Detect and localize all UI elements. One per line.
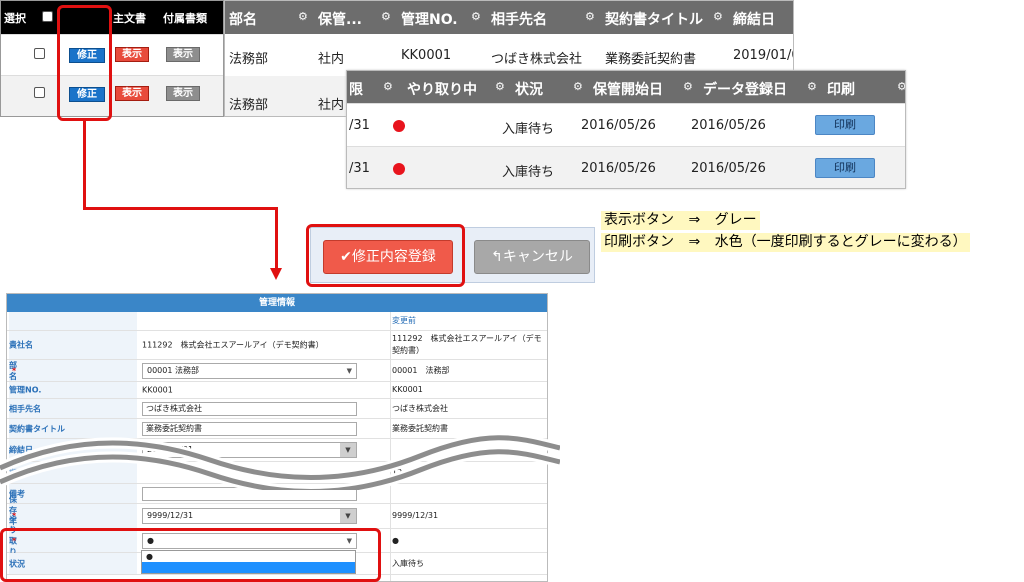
right-table-header: 限 ⚙ やり取り中 ⚙ 状況 ⚙ 保管開始日 ⚙ データ登録日 ⚙ 印刷 ⚙ [347,71,905,103]
attachment-show-button[interactable]: 表示 [166,47,200,62]
print-button[interactable]: 印刷 [815,115,875,135]
cell-storage: 社内 [318,98,345,113]
cell-contract-title: 業務委託契約書 [605,52,697,67]
exchange-field-highlight [0,528,381,582]
chevron-down-icon: ▼ [346,366,352,375]
chevron-down-icon: ▼ [340,509,356,523]
header-partner[interactable]: 相手先名 [491,9,547,29]
middle-table-header: 部名 ⚙ 保管... ⚙ 管理NO. ⚙ 相手先名 ⚙ 契約書タイトル ⚙ 締結… [225,1,793,34]
register-button-highlight [306,224,465,287]
form-row-partner: 相手先名 つばき株式会社 つばき株式会社 [7,399,547,419]
previous-value-header: 変更前 [392,316,416,325]
edit-column-highlight [57,5,112,121]
company-prev: 111292 株式会社エスアールアイ（デモ契約書） [392,334,542,355]
header-mgmt-no[interactable]: 管理NO. [401,9,458,29]
table-row: /31 入庫待ち 2016/05/26 2016/05/26 印刷 [347,103,905,146]
dept-prev: 00001 法務部 [392,365,450,375]
header-status[interactable]: 状況 [515,79,543,99]
form-row-dept: 部名 * 00001 法務部 ▼ 00001 法務部 [7,360,547,382]
cell-data-registered: 2016/05/26 [691,161,766,176]
cell-dept: 法務部 [229,52,269,67]
form-row-mgmt-no: 管理NO. KK0001 KK0001 [7,382,547,399]
column-gear-icon[interactable]: ⚙ [298,10,308,23]
mgmt-no-value: KK0001 [142,385,173,395]
select-all-checkbox[interactable] [42,11,53,22]
main-doc-show-button[interactable]: 表示 [115,86,149,101]
column-gear-icon[interactable]: ⚙ [381,10,391,23]
retention-prev: 9999/12/31 [392,511,439,520]
cell-signed-date: 2019/01/01 [733,48,793,63]
cell-deadline: /31 [349,118,370,133]
arrow-head-icon [270,268,282,280]
attachment-show-button[interactable]: 表示 [166,86,200,101]
column-gear-icon[interactable]: ⚙ [495,80,505,93]
header-exchange[interactable]: やり取り中 [407,79,477,99]
exchange-status-dot [393,163,405,175]
cell-status: 入庫待ち [502,165,555,180]
undo-arrow-icon: ↰ [491,249,503,265]
right-table: 限 ⚙ やり取り中 ⚙ 状況 ⚙ 保管開始日 ⚙ データ登録日 ⚙ 印刷 ⚙ /… [346,70,906,189]
cell-storage: 社内 [318,52,345,67]
column-gear-icon[interactable]: ⚙ [383,80,393,93]
arrow-line [83,207,278,210]
cell-data-registered: 2016/05/26 [691,118,766,133]
status-prev: 入庫待ち [392,558,424,568]
header-print[interactable]: 印刷 [827,79,855,99]
exchange-prev: ● [392,535,399,545]
partner-input[interactable]: つばき株式会社 [142,401,357,416]
header-contract-title[interactable]: 契約書タイトル [605,9,703,29]
column-gear-icon[interactable]: ⚙ [807,80,817,93]
header-attachments: 付属書類 [163,12,207,25]
column-gear-icon[interactable]: ⚙ [471,10,481,23]
page-break-wave-icon [0,432,560,490]
note-show-button: 表示ボタン ⇒ グレー [601,211,760,230]
exchange-status-dot [393,120,405,132]
company-value: 111292 株式会社エスアールアイ（デモ契約書） [142,340,324,350]
table-row: /31 入庫待ち 2016/05/26 2016/05/26 印刷 [347,146,905,188]
column-gear-icon[interactable]: ⚙ [897,80,905,93]
note-print-button: 印刷ボタン ⇒ 水色（一度印刷するとグレーに変わる） [601,233,970,252]
cell-storage-start: 2016/05/26 [581,118,656,133]
header-main-doc: 主文書 [113,12,146,25]
row-checkbox[interactable] [34,87,45,98]
header-dept[interactable]: 部名 [229,9,257,29]
table-row: 修正 表示 表示 [1,75,223,116]
cell-mgmt-no: KK0001 [401,48,452,63]
partner-prev: つばき株式会社 [392,403,448,413]
header-storage[interactable]: 保管... [318,9,362,29]
cell-partner: つばき株式会社 [491,52,583,67]
arrow-line [275,207,278,269]
column-gear-icon[interactable]: ⚙ [573,80,583,93]
main-doc-show-button[interactable]: 表示 [115,47,149,62]
header-deadline[interactable]: 限 [349,79,363,99]
print-button[interactable]: 印刷 [815,158,875,178]
header-storage-start[interactable]: 保管開始日 [593,79,663,99]
form-title: 管理情報 [7,294,547,312]
cell-deadline: /31 [349,161,370,176]
cell-storage-start: 2016/05/26 [581,161,656,176]
form-row-retention: 保存年限* 9999/12/31▼ 9999/12/31 [7,495,547,537]
cell-status: 入庫待ち [502,122,555,137]
mgmt-no-prev: KK0001 [392,385,423,394]
column-gear-icon[interactable]: ⚙ [683,80,693,93]
column-gear-icon[interactable]: ⚙ [713,10,723,23]
left-table: 選択 主文書 付属書類 修正 表示 表示 修正 表示 表示 [0,0,224,117]
form-row-company: 貴社名 111292 株式会社エスアールアイ（デモ契約書） 111292 株式会… [7,331,547,360]
header-data-registered[interactable]: データ登録日 [703,79,787,99]
cell-dept: 法務部 [229,98,269,113]
dept-select[interactable]: 00001 法務部 ▼ [142,362,357,379]
cancel-button[interactable]: ↰キャンセル [474,240,590,274]
row-checkbox[interactable] [34,48,45,59]
form-header-row: 変更前 [7,312,547,331]
arrow-line [83,121,86,209]
left-table-header: 選択 主文書 付属書類 [1,1,223,34]
header-select: 選択 [4,12,26,25]
retention-date-input[interactable]: 9999/12/31 ▼ [142,508,357,524]
header-signed-date[interactable]: 締結日 [733,9,775,29]
table-row: 修正 表示 表示 [1,34,223,75]
column-gear-icon[interactable]: ⚙ [585,10,595,23]
